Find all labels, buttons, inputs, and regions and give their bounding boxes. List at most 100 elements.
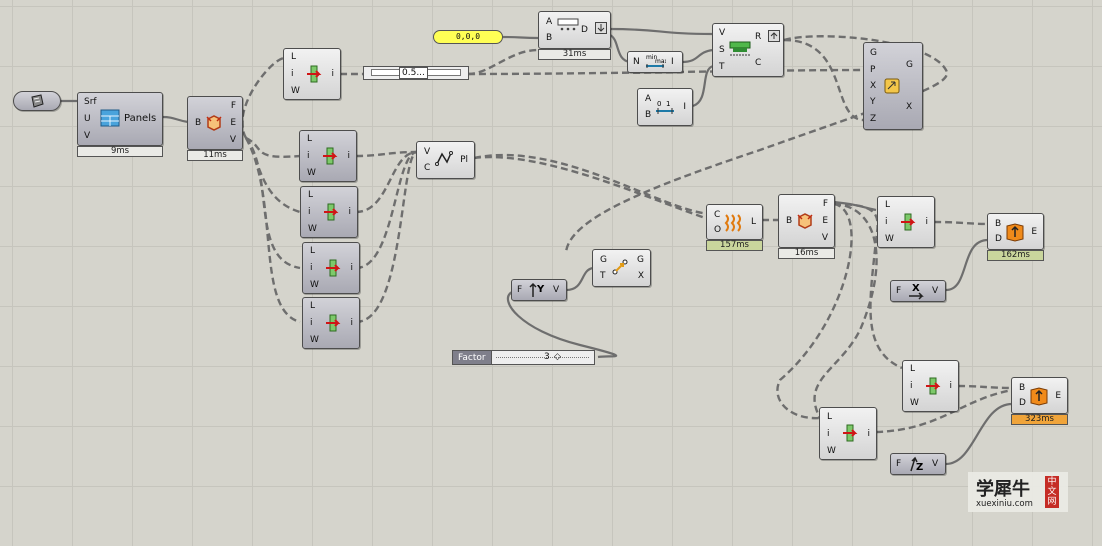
deconstruct-brep-component[interactable]: B F E V 16ms [778,194,835,262]
list-item-component[interactable]: L i W i [302,242,360,294]
port-label: Y [870,97,876,108]
runtime-label: 16ms [778,248,835,259]
port-label: X [637,271,644,281]
construct-domain-component[interactable]: A B 0 1 I [637,88,693,126]
unit-z-icon: Z [910,456,923,473]
panels-component[interactable]: Srf U V Panels 9ms [77,92,163,158]
port-label: B [546,33,553,43]
expand-icon[interactable] [595,22,607,34]
list-item-component[interactable]: L i W i [902,360,959,412]
slider-value: 0.5... [399,67,428,79]
port-label: T [719,62,725,73]
wire [945,402,1013,466]
port-label: W [827,445,836,456]
port-label: i [307,150,310,161]
port-label: i [331,69,334,79]
move-component[interactable]: G T G X [592,249,651,287]
wire [473,153,711,216]
surface-reference-icon [31,94,44,108]
svg-text:max: max [655,58,666,65]
svg-text:1: 1 [666,100,670,108]
port-label: B [1019,382,1026,393]
port-label: W [307,167,316,178]
list-item-icon [307,65,322,83]
port-label: A [546,17,553,27]
port-label: U [84,113,91,124]
port-label: Srf [84,96,97,107]
port-label: i [867,428,870,439]
scale-nu-icon [884,78,900,94]
point-panel[interactable]: 0,0,0 [433,30,503,44]
port-label: i [348,207,351,217]
port-label: i [310,262,313,273]
list-item-icon [326,259,341,277]
port-label: i [350,318,353,328]
surface-reference-param[interactable] [13,91,61,111]
svg-text:X: X [912,283,920,294]
port-label: P [870,64,876,75]
division-component[interactable]: A B D 31ms [538,11,611,63]
slider-label: Factor [452,350,492,365]
list-item-component[interactable]: L i W i [819,407,877,460]
port-label: i [910,380,913,391]
port-label: C [424,163,431,173]
port-label: i [347,151,350,161]
port-label: i [827,428,830,439]
port-label: L [750,217,756,227]
list-item-component[interactable]: L i W i [877,196,935,248]
extrude-component[interactable]: B D E 162ms [987,213,1044,264]
list-item-component[interactable]: L i W i [283,48,341,100]
port-label: i [310,317,313,328]
port-label: D [1019,398,1026,409]
port-label: F [822,198,828,209]
deconstruct-brep-icon [206,115,222,131]
port-label: W [310,334,319,345]
wire [957,384,1013,390]
port-label: R [755,32,762,42]
port-label: L [307,134,313,145]
port-label: F [517,285,523,295]
runtime-label: 11ms [187,150,243,161]
component-title: Panels [124,113,157,124]
unit-y-component[interactable]: F Y V [511,279,567,301]
wire [244,137,301,214]
port-label: V [719,27,726,38]
port-label: W [910,397,919,408]
list-item-component[interactable]: L i W i [299,130,357,182]
slider-handle[interactable]: ◇ [554,353,561,362]
port-label: F [896,286,902,296]
port-label: C [714,209,721,220]
port-label: I [671,57,674,67]
factor-slider[interactable]: Factor 3 ◇ [452,350,595,365]
polyline-component[interactable]: V C Pl [416,141,475,179]
unit-y-icon: Y [529,282,545,297]
number-slider[interactable]: 0.5... [363,66,469,80]
list-item-component[interactable]: L i W i [300,186,358,238]
scale-nu-component[interactable]: G P X Y Z G X [863,42,923,130]
port-label: F [896,459,902,469]
loft-icon [724,214,741,232]
list-item-icon [901,213,916,231]
move-icon [612,259,628,275]
expand-icon[interactable] [768,30,780,42]
svg-text:0: 0 [657,100,661,108]
stack-component[interactable]: V S T R C [712,23,784,77]
list-item-icon [326,314,341,332]
list-item-component[interactable]: L i W i [302,297,360,349]
port-label: A [645,94,652,104]
deconstruct-brep-component[interactable]: B F E V 11ms [187,96,243,164]
port-label: T [600,271,606,281]
port-label: W [885,233,894,244]
port-label: i [925,217,928,227]
port-label: i [350,263,353,273]
wire [473,155,706,220]
loft-component[interactable]: C O L 157ms [706,204,763,254]
runtime-label: 31ms [538,49,611,60]
port-label: I [683,102,686,112]
port-label: V [424,147,431,157]
extrude-component[interactable]: B D E 323ms [1011,377,1068,428]
port-label: E [1031,226,1037,237]
unit-z-component[interactable]: F Z V [890,453,946,475]
unit-x-component[interactable]: F X V [890,280,946,302]
bounds-component[interactable]: N min max I [627,51,683,73]
